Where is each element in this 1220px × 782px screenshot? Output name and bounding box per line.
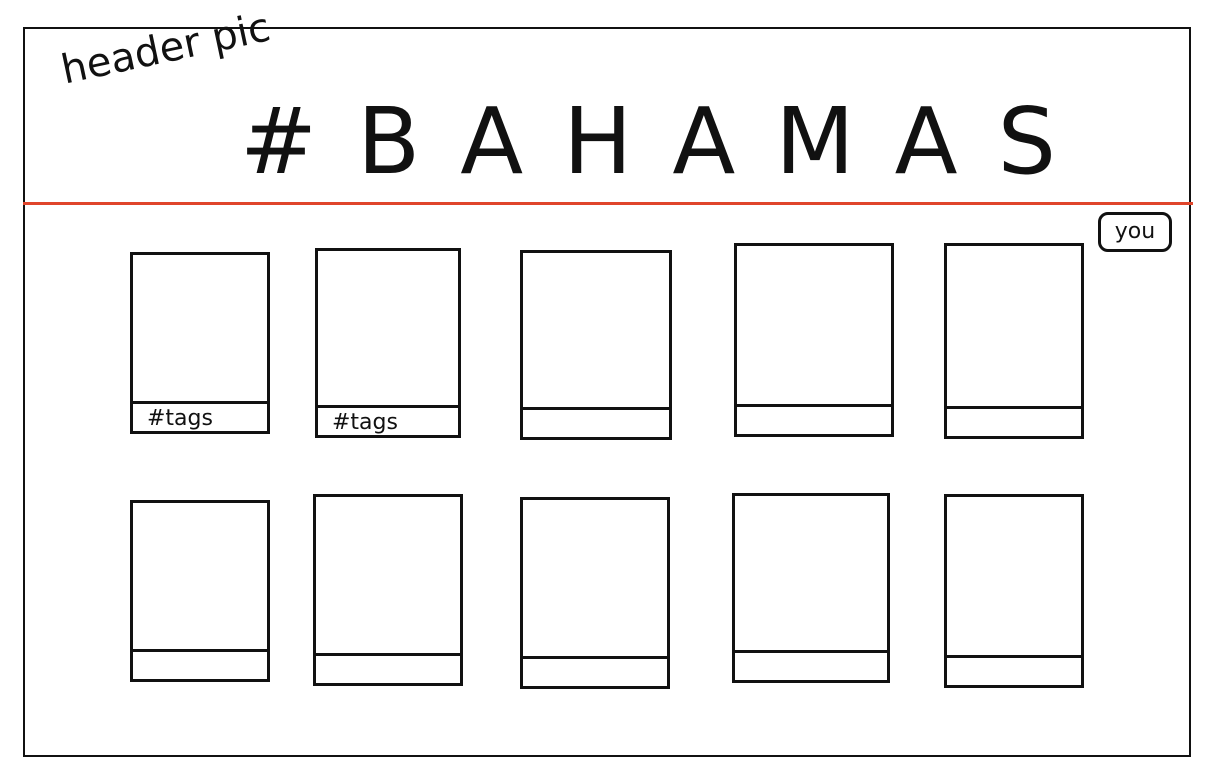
- card-tags: [947, 655, 1081, 685]
- photo-card[interactable]: [944, 243, 1084, 439]
- photo-card[interactable]: #tags: [130, 252, 270, 434]
- card-tags: [737, 404, 891, 434]
- wireframe-page: header pic #BAHAMAS you #tags #tags: [0, 0, 1220, 782]
- card-tags: #tags: [318, 405, 458, 435]
- card-tags: [316, 653, 460, 683]
- card-tags: [523, 656, 667, 686]
- card-tags: [523, 407, 669, 437]
- card-tags: [735, 650, 887, 680]
- photo-card[interactable]: [944, 494, 1084, 688]
- photo-card[interactable]: [130, 500, 270, 682]
- you-badge[interactable]: you: [1098, 212, 1172, 252]
- card-tags: [947, 406, 1081, 436]
- page-title: #BAHAMAS: [240, 88, 1096, 195]
- header-divider: [23, 202, 1193, 205]
- photo-card[interactable]: [520, 250, 672, 440]
- photo-card[interactable]: [313, 494, 463, 686]
- photo-card[interactable]: [734, 243, 894, 437]
- card-tags: #tags: [133, 401, 267, 431]
- photo-card[interactable]: [732, 493, 890, 683]
- photo-card[interactable]: [520, 497, 670, 689]
- photo-card[interactable]: #tags: [315, 248, 461, 438]
- card-tags: [133, 649, 267, 679]
